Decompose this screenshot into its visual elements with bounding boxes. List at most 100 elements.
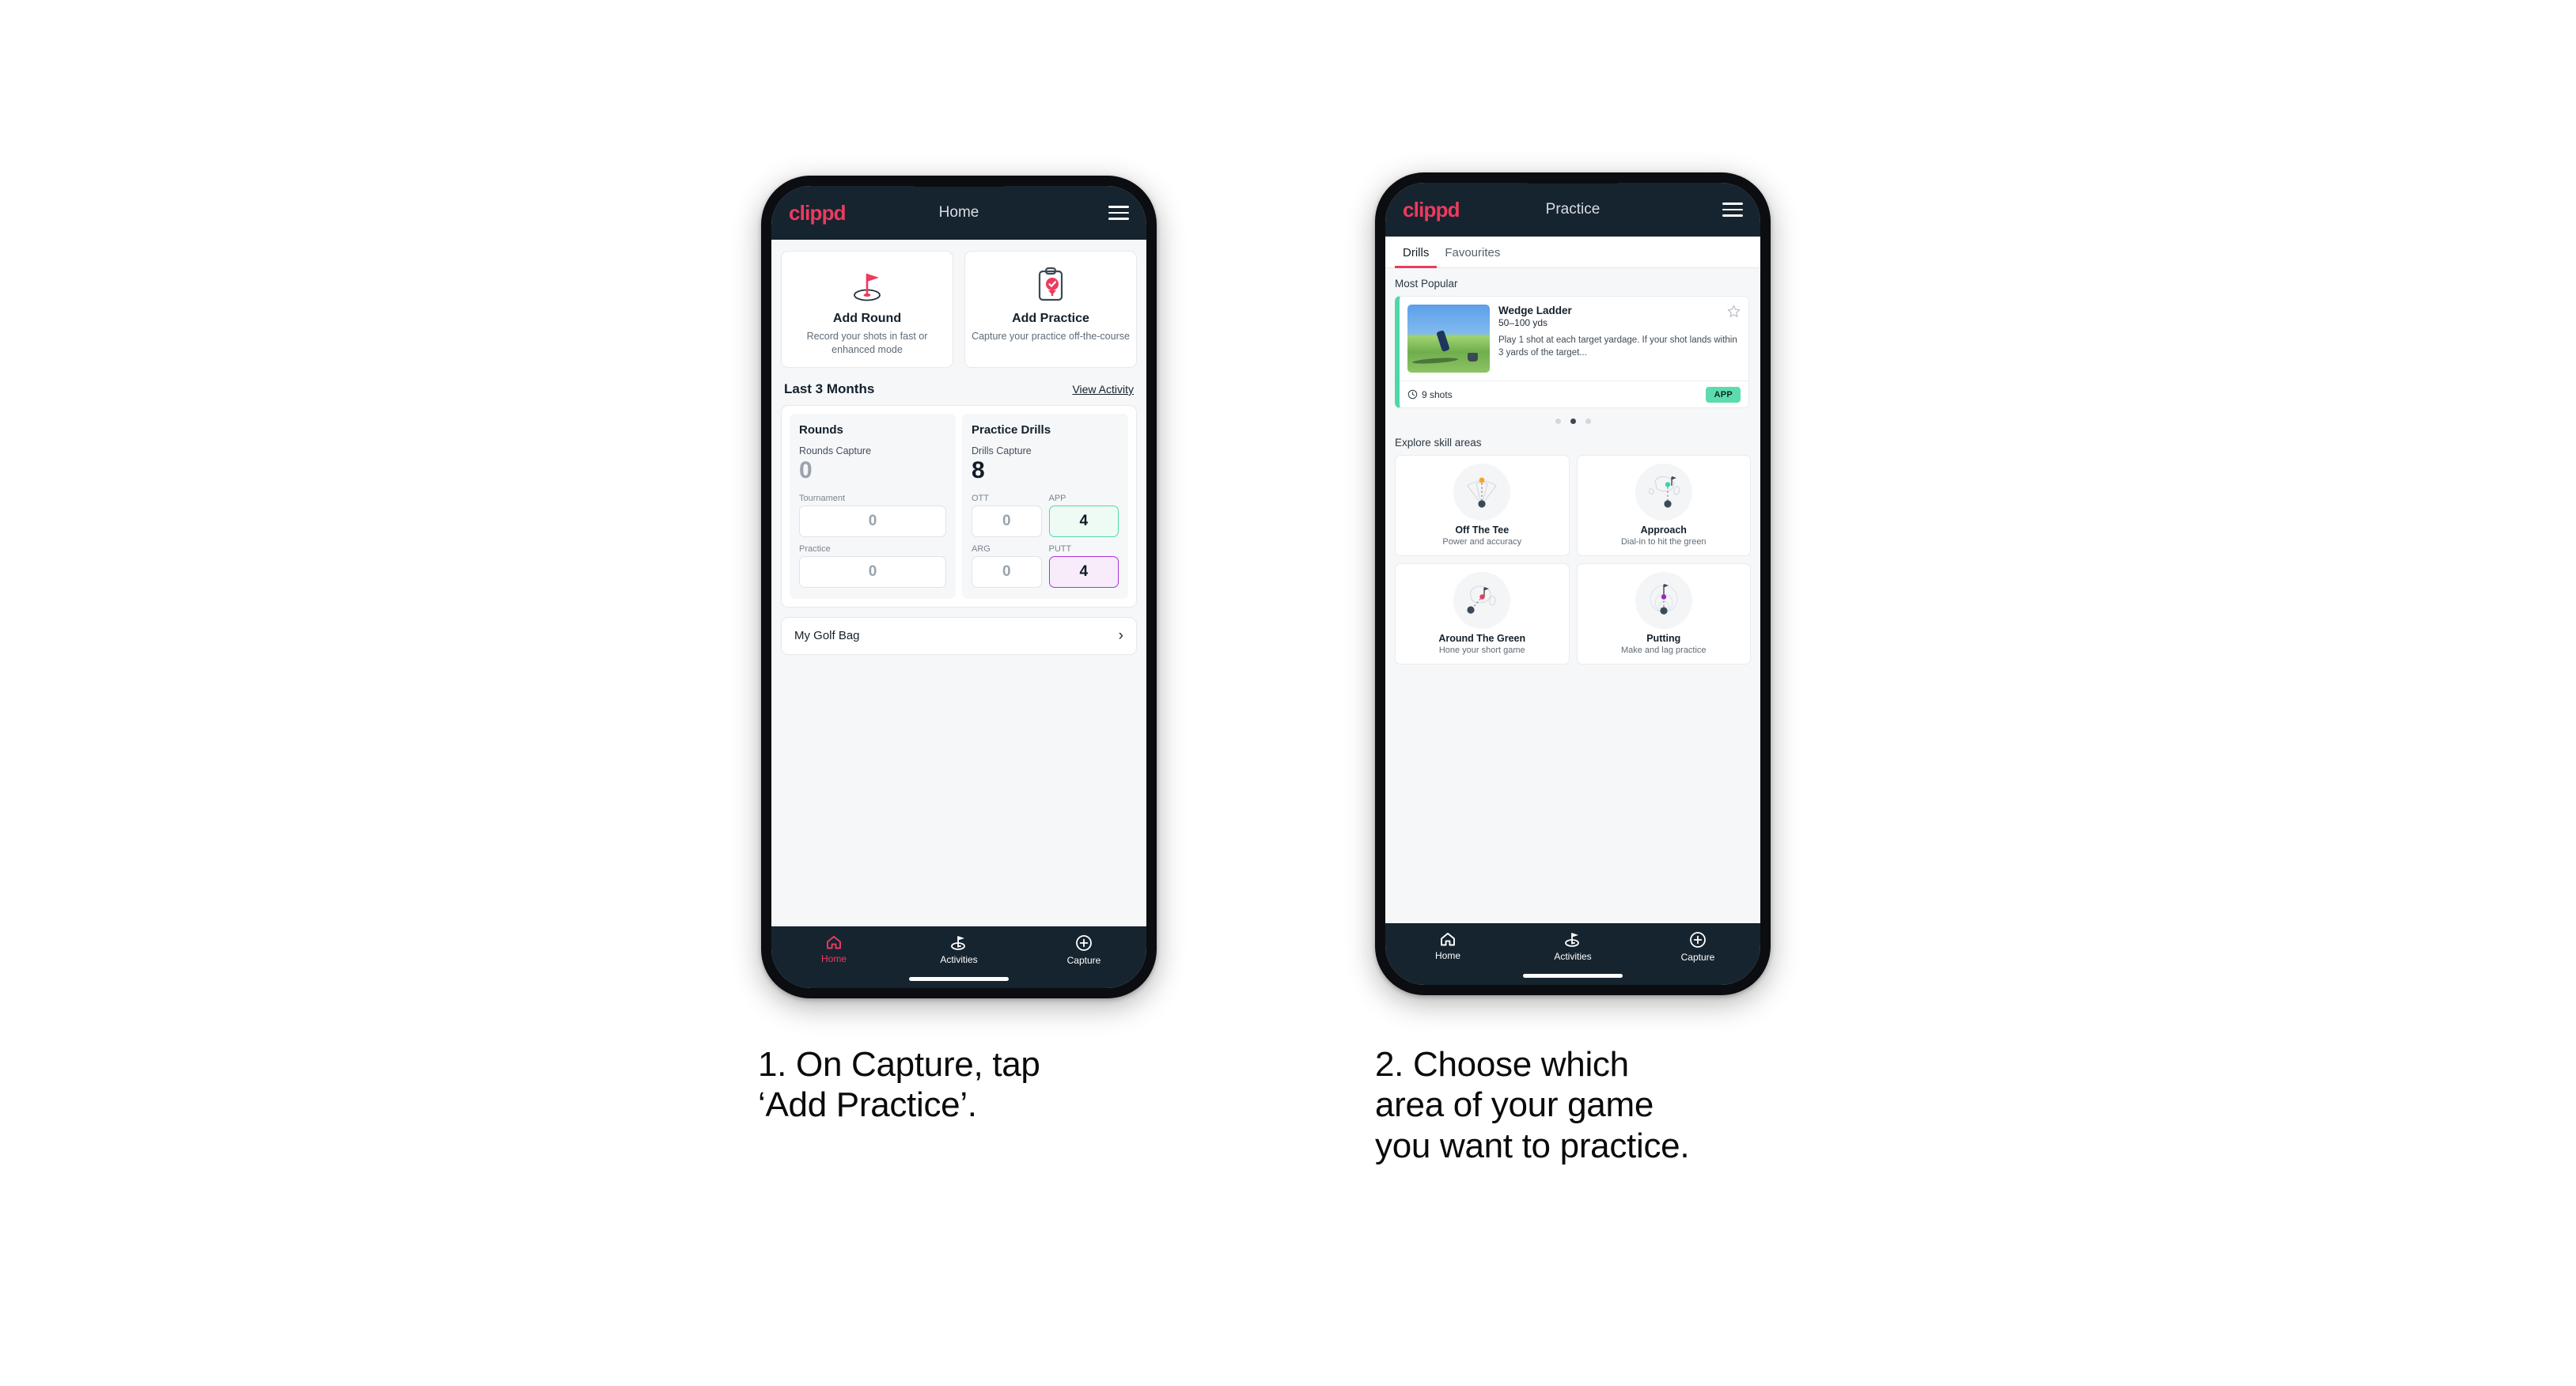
rounds-capture-value: 0	[799, 457, 813, 483]
rounds-column: Rounds Rounds Capture 0 Tournament 0 Pra…	[790, 414, 956, 599]
home-icon	[1441, 933, 1455, 946]
explore-skill-areas-label: Explore skill areas	[1395, 437, 1482, 449]
nav-label-activities: Activities	[1554, 951, 1592, 962]
phone-mockup-practice: clippd Practice Drills Favourites Most P…	[1375, 172, 1771, 995]
nav-item-activities[interactable]: Activities	[896, 934, 1021, 965]
drill-title: Wedge Ladder	[1498, 305, 1572, 316]
app-value[interactable]: 4	[1048, 505, 1119, 537]
add-practice-subtitle: Capture your practice off-the-course	[972, 331, 1130, 342]
drill-card-top: Wedge Ladder 50–100 yds Play 1 shot at e…	[1400, 297, 1748, 381]
nav-label-home: Home	[820, 953, 847, 964]
phone1-bottom-nav: Home Activities Capture	[771, 926, 1146, 988]
app-field: APP 4	[1048, 493, 1119, 537]
chip-around-green-icon	[1453, 572, 1511, 629]
phone2-screen: clippd Practice Drills Favourites Most P…	[1385, 183, 1760, 985]
clippd-logo: clippd	[789, 200, 847, 225]
arg-label: ARG	[972, 543, 991, 554]
last-3-months-header: Last 3 Months View Activity	[771, 368, 1146, 405]
tab-drills[interactable]: Drills	[1395, 237, 1438, 268]
quick-actions-row: Add Round Record your shots in fast or e…	[771, 240, 1146, 368]
add-practice-card[interactable]: Add Practice Capture your practice off-t…	[964, 251, 1137, 368]
skill-card-off-the-tee[interactable]: Off The Tee Power and accuracy	[1395, 455, 1570, 556]
view-activity-link[interactable]: View Activity	[1072, 383, 1134, 396]
nav-item-activities[interactable]: Activities	[1510, 931, 1635, 962]
drill-thumbnail	[1407, 305, 1490, 373]
ott-field: OTT 0	[972, 494, 1042, 537]
drill-card-footer: 9 shots APP	[1400, 381, 1748, 407]
approach-green-icon	[1635, 464, 1692, 521]
stats-card: Rounds Rounds Capture 0 Tournament 0 Pra…	[781, 405, 1137, 608]
tournament-value[interactable]: 0	[799, 505, 946, 537]
drill-carousel[interactable]: Wedge Ladder 50–100 yds Play 1 shot at e…	[1395, 296, 1751, 408]
add-practice-title: Add Practice	[1012, 312, 1089, 325]
star-outline-icon[interactable]	[1727, 305, 1741, 322]
screenshot-stage: clippd Home Add Round Record your shots …	[0, 0, 2576, 1386]
plus-circle-icon	[1076, 935, 1092, 951]
practice-value[interactable]: 0	[799, 555, 946, 588]
section-title: Last 3 Months	[784, 381, 875, 396]
caption-step-1: 1. On Capture, tap ‘Add Practice’.	[758, 1045, 1040, 1125]
phone2-app-bar: clippd Practice	[1385, 183, 1760, 237]
plus-circle-icon	[1690, 932, 1706, 948]
tab-favourites[interactable]: Favourites	[1437, 237, 1508, 267]
ott-value[interactable]: 0	[972, 505, 1042, 537]
carousel-dot-active[interactable]	[1570, 418, 1576, 424]
golf-flag-icon	[1565, 933, 1579, 947]
nav-item-home[interactable]: Home	[1385, 931, 1510, 961]
phone2-bottom-nav: Home Activities Capture	[1385, 923, 1760, 985]
my-golf-bag-row[interactable]: My Golf Bag ›	[781, 616, 1137, 655]
add-round-title: Add Round	[832, 312, 902, 325]
clippd-logo: clippd	[1403, 197, 1460, 222]
add-round-card[interactable]: Add Round Record your shots in fast or e…	[781, 251, 953, 368]
skill-card-around-the-green[interactable]: Around The Green Hone your short game	[1395, 563, 1570, 665]
practice-drills-column: Practice Drills Drills Capture 8 OTT 0 A…	[962, 414, 1128, 599]
phone1-app-bar: clippd Home	[771, 186, 1146, 240]
drill-card-wedge-ladder[interactable]: Wedge Ladder 50–100 yds Play 1 shot at e…	[1395, 296, 1749, 408]
skill-subtitle: Make and lag practice	[1620, 646, 1707, 655]
phone2-body: Most Popular Wedge Ladder 50–100 yds Pla…	[1385, 268, 1760, 923]
home-indicator	[1523, 974, 1623, 978]
rounds-tournament-field: Tournament 0	[799, 494, 946, 537]
drills-row-1: OTT 0 APP 4	[972, 494, 1119, 537]
nav-label-capture: Capture	[1680, 952, 1715, 963]
nav-item-capture[interactable]: Capture	[1021, 934, 1146, 966]
golf-flag-hole-icon	[788, 264, 946, 305]
practice-content: Most Popular Wedge Ladder 50–100 yds Pla…	[1385, 268, 1760, 665]
skill-subtitle: Power and accuracy	[1442, 537, 1522, 547]
putt-value[interactable]: 4	[1048, 555, 1119, 588]
golf-flag-icon	[951, 936, 965, 950]
nav-item-capture[interactable]: Capture	[1635, 931, 1760, 963]
skill-areas-grid: Off The Tee Power and accuracy Approach …	[1395, 455, 1751, 665]
skill-title: Putting	[1646, 633, 1681, 644]
practice-tabs: Drills Favourites	[1385, 237, 1760, 268]
my-golf-bag-label: My Golf Bag	[794, 629, 860, 642]
skill-card-putting[interactable]: Putting Make and lag practice	[1576, 563, 1751, 665]
arg-field: ARG 0	[972, 544, 1042, 588]
drill-category-badge: APP	[1706, 386, 1741, 403]
phone1-screen: clippd Home Add Round Record your shots …	[771, 186, 1146, 988]
hamburger-icon[interactable]	[1722, 203, 1743, 217]
carousel-dot[interactable]	[1585, 418, 1591, 424]
carousel-dot[interactable]	[1555, 418, 1561, 424]
home-indicator	[909, 977, 1009, 981]
hamburger-icon[interactable]	[1108, 206, 1129, 220]
putt-field: PUTT 4	[1048, 544, 1119, 588]
app-label: APP	[1048, 493, 1066, 503]
drills-capture-label: Drills Capture	[972, 445, 1032, 456]
tournament-label: Tournament	[799, 493, 846, 503]
nav-label-capture: Capture	[1066, 955, 1101, 966]
skill-title: Around The Green	[1438, 633, 1526, 644]
drill-info: Wedge Ladder 50–100 yds Play 1 shot at e…	[1498, 305, 1741, 373]
skill-card-approach[interactable]: Approach Dial-in to hit the green	[1576, 455, 1751, 556]
arg-value[interactable]: 0	[972, 555, 1042, 588]
rounds-capture-label: Rounds Capture	[799, 445, 872, 456]
caption-step-2: 2. Choose which area of your game you wa…	[1375, 1045, 1690, 1165]
carousel-dots	[1395, 408, 1751, 424]
nav-label-home: Home	[1434, 950, 1460, 961]
nav-item-home[interactable]: Home	[771, 934, 896, 964]
ott-label: OTT	[972, 493, 989, 503]
add-round-subtitle: Record your shots in fast or enhanced mo…	[806, 331, 928, 355]
phone1-body: Add Round Record your shots in fast or e…	[771, 240, 1146, 926]
drills-capture-value: 8	[972, 457, 985, 483]
clipboard-check-tee-icon	[972, 264, 1130, 305]
